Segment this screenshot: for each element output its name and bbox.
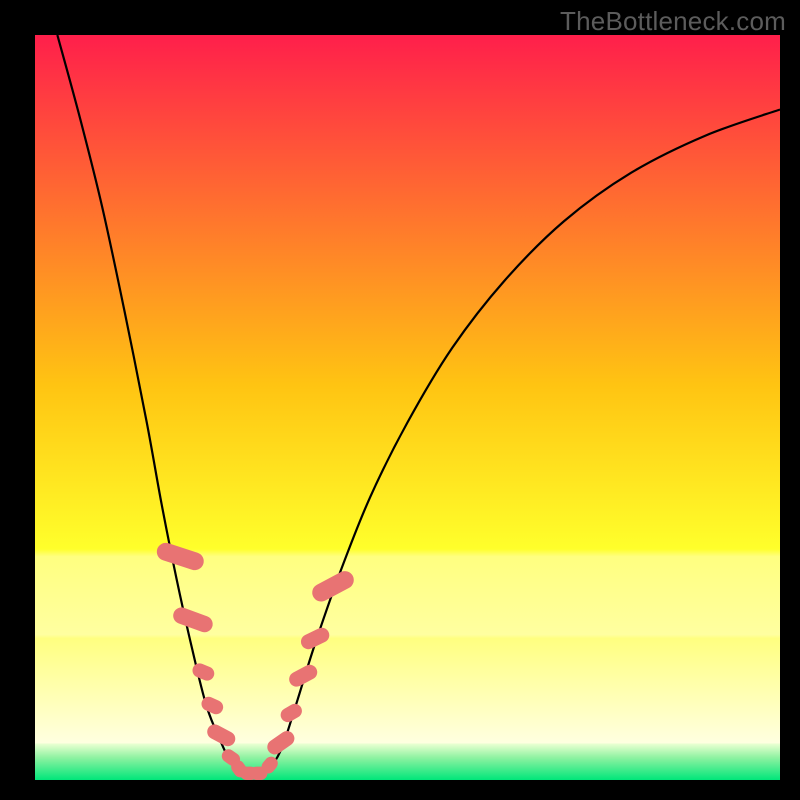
outer-frame: TheBottleneck.com [0,0,800,800]
gradient-background [35,35,780,780]
chart-plot [35,35,780,780]
watermark-text: TheBottleneck.com [560,6,786,37]
